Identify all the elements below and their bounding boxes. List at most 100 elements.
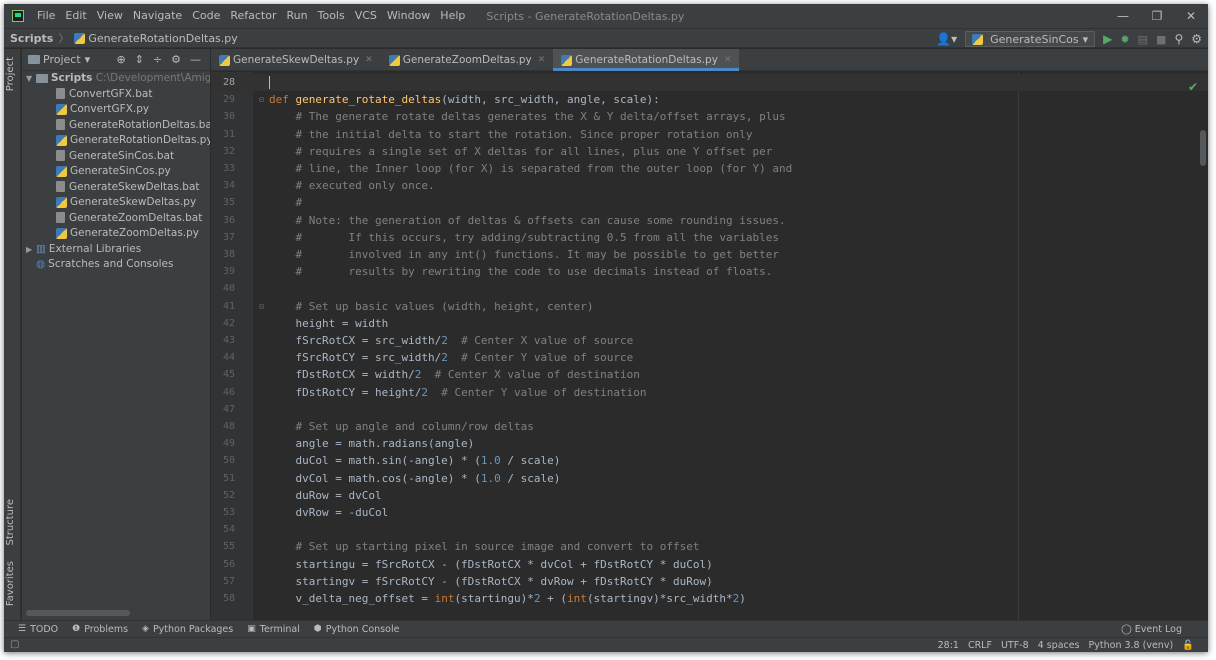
code-line[interactable]: 55 # Set up starting pixel in source ima… [211, 538, 1208, 555]
horizontal-scrollbar[interactable] [26, 610, 130, 616]
gear-icon[interactable]: ⚙ [1191, 32, 1202, 46]
code-line[interactable]: 49 angle = math.radians(angle) [211, 435, 1208, 452]
tree-file[interactable]: ConvertGFX.bat [22, 87, 210, 103]
hide-icon[interactable]: — [190, 53, 201, 66]
code-line[interactable]: 36 # Note: the generation of deltas & of… [211, 212, 1208, 229]
stop-icon[interactable]: ■ [1156, 33, 1166, 46]
close-tab-icon[interactable]: ✕ [365, 55, 373, 65]
code-line[interactable]: 57 startingv = fSrcRotCY - (fDstRotCX * … [211, 573, 1208, 590]
tool-window-problems[interactable]: ❶ Problems [72, 624, 128, 635]
tree-file[interactable]: GenerateSkewDeltas.py [22, 195, 210, 211]
menu-item-view[interactable]: View [92, 4, 128, 28]
code-line[interactable]: 47 [211, 401, 1208, 418]
code-line[interactable]: 34 # executed only once. [211, 177, 1208, 194]
code-line[interactable]: 51 dvCol = math.cos(-angle) * (1.0 / sca… [211, 470, 1208, 487]
code-line[interactable]: 29 def generate_rotate_deltas(width, src_… [211, 91, 1208, 108]
tree-file[interactable]: GenerateSkewDeltas.bat [22, 180, 210, 196]
lock-icon[interactable]: 🔓 [1182, 638, 1194, 652]
pycharm-logo-icon[interactable] [12, 10, 24, 22]
menu-item-file[interactable]: File [32, 4, 60, 28]
code-line[interactable]: 58 v_delta_neg_offset = int(startingu)*2… [211, 590, 1208, 607]
menu-item-edit[interactable]: Edit [60, 4, 91, 28]
maximize-icon[interactable]: ❐ [1140, 4, 1174, 28]
close-tab-icon[interactable]: ✕ [538, 55, 546, 65]
menu-item-window[interactable]: Window [382, 4, 435, 28]
expand-arrow-icon[interactable]: ▶ [26, 242, 36, 258]
close-icon[interactable]: ✕ [1174, 4, 1208, 28]
menu-item-tools[interactable]: Tools [313, 4, 350, 28]
tree-file[interactable]: GenerateRotationDeltas.bat [22, 118, 210, 134]
menu-item-navigate[interactable]: Navigate [128, 4, 187, 28]
tree-file[interactable]: GenerateZoomDeltas.bat [22, 211, 210, 227]
code-line[interactable]: 37 # If this occurs, try adding/subtract… [211, 229, 1208, 246]
code-line[interactable]: 38 # involved in any int() functions. It… [211, 246, 1208, 263]
expand-arrow-icon[interactable]: ▼ [26, 71, 36, 87]
side-tab-favorites[interactable]: Favorites [5, 561, 16, 606]
python-interpreter[interactable]: Python 3.8 (venv) [1089, 638, 1174, 652]
fold-marker-icon[interactable]: ⊟ [259, 91, 264, 108]
code-line[interactable]: 33 # line, the Inner loop (for X) is sep… [211, 160, 1208, 177]
menu-item-vcs[interactable]: VCS [350, 4, 382, 28]
debug-icon[interactable]: ✹ [1120, 33, 1129, 46]
code-editor[interactable]: 28 29 def generate_rotate_deltas(width, sr… [211, 72, 1208, 620]
coverage-icon[interactable]: ▤ [1138, 33, 1148, 46]
tree-file[interactable]: GenerateRotationDeltas.py [22, 133, 210, 149]
code-line[interactable]: 40 [211, 280, 1208, 297]
code-line[interactable]: 32 # requires a single set of X deltas f… [211, 143, 1208, 160]
user-icon[interactable]: 👤▾ [936, 32, 957, 46]
minimize-icon[interactable]: — [1106, 4, 1140, 28]
menu-item-run[interactable]: Run [282, 4, 313, 28]
code-line[interactable]: 30 # The generate rotate deltas generate… [211, 108, 1208, 125]
code-line[interactable]: 54 [211, 521, 1208, 538]
tool-window-terminal[interactable]: ▣ Terminal [247, 624, 300, 635]
editor-tab[interactable]: GenerateSkewDeltas.py ✕ [211, 49, 381, 71]
code-line[interactable]: 31 # the initial delta to start the rota… [211, 126, 1208, 143]
fold-marker-icon[interactable]: ⊟ [259, 298, 264, 315]
breadcrumb-root[interactable]: Scripts [10, 32, 53, 45]
tool-window-python-packages[interactable]: ◈ Python Packages [142, 624, 233, 635]
tree-file[interactable]: GenerateZoomDeltas.py [22, 226, 210, 242]
close-tab-icon[interactable]: ✕ [724, 55, 732, 65]
collapse-all-icon[interactable]: ⇕ [135, 53, 144, 66]
expand-all-icon[interactable]: ÷ [153, 53, 162, 66]
search-icon[interactable]: ⚲ [1174, 32, 1183, 46]
menu-item-refactor[interactable]: Refactor [225, 4, 281, 28]
tree-file[interactable]: GenerateSinCos.bat [22, 149, 210, 165]
code-line[interactable]: 28 [211, 74, 1208, 91]
tree-external-libraries[interactable]: ▶ ▥ External Libraries [22, 242, 210, 258]
event-log-button[interactable]: ◯ Event Log [1121, 621, 1182, 638]
chevron-down-icon[interactable]: ▾ [85, 53, 91, 66]
menu-item-code[interactable]: Code [187, 4, 225, 28]
code-line[interactable]: 48 # Set up angle and column/row deltas [211, 418, 1208, 435]
code-line[interactable]: 35 # [211, 194, 1208, 211]
side-tab-project[interactable]: Project [5, 57, 16, 91]
run-configuration-select[interactable]: GenerateSinCos ▾ [965, 31, 1096, 47]
code-line[interactable]: 50 duCol = math.sin(-angle) * (1.0 / sca… [211, 452, 1208, 469]
side-tab-structure[interactable]: Structure [5, 499, 16, 546]
caret-position[interactable]: 28:1 [938, 638, 959, 652]
run-icon[interactable]: ▶ [1103, 32, 1112, 46]
editor-tab[interactable]: GenerateRotationDeltas.py ✕ [553, 49, 740, 71]
editor-tab[interactable]: GenerateZoomDeltas.py ✕ [381, 49, 554, 71]
tree-file[interactable]: GenerateSinCos.py [22, 164, 210, 180]
tree-scratches[interactable]: ◍ Scratches and Consoles [22, 257, 210, 273]
breadcrumb-file[interactable]: GenerateRotationDeltas.py [88, 32, 237, 45]
tree-file[interactable]: ConvertGFX.py [22, 102, 210, 118]
tool-window-python-console[interactable]: ⬢ Python Console [314, 624, 400, 635]
locate-icon[interactable]: ⊕ [116, 53, 125, 66]
project-view-select[interactable]: Project [43, 53, 81, 66]
gear-icon[interactable]: ⚙ [171, 53, 181, 66]
file-encoding[interactable]: UTF-8 [1001, 638, 1029, 652]
vertical-scrollbar[interactable] [1200, 130, 1206, 166]
tree-root[interactable]: ▼ Scripts C:\Development\AmigaDev\ [22, 71, 210, 87]
code-line[interactable]: 41 # Set up basic values (width, height,… [211, 298, 1208, 315]
tool-window-todo[interactable]: ☰ TODO [18, 624, 58, 635]
tool-windows-toggle-icon[interactable]: ▢ [10, 639, 19, 650]
code-line[interactable]: 39 # results by rewriting the code to us… [211, 263, 1208, 280]
inspection-ok-icon[interactable]: ✔ [1188, 80, 1198, 94]
code-line[interactable]: 45 fDstRotCX = width/2 # Center X value … [211, 366, 1208, 383]
menu-item-help[interactable]: Help [435, 4, 470, 28]
code-line[interactable]: 43 fSrcRotCX = src_width/2 # Center X va… [211, 332, 1208, 349]
indent-setting[interactable]: 4 spaces [1038, 638, 1080, 652]
code-line[interactable]: 44 fSrcRotCY = src_width/2 # Center Y va… [211, 349, 1208, 366]
